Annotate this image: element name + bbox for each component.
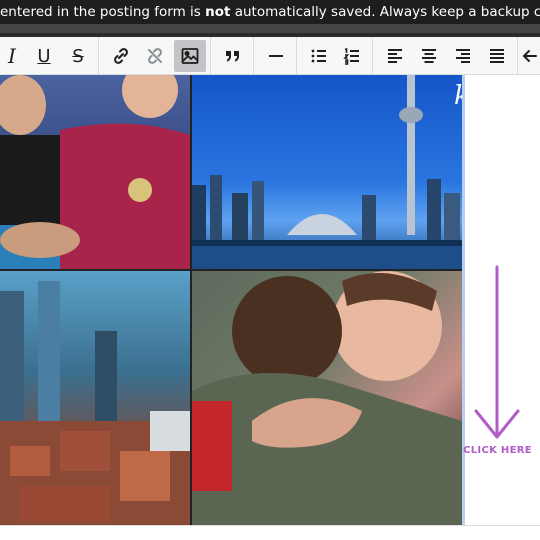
arrow-left-icon — [522, 50, 537, 62]
numbered-list-button[interactable] — [336, 40, 368, 72]
notice-text-prefix: entered in the posting form is — [0, 4, 206, 20]
align-right-icon — [456, 49, 470, 63]
selection-border — [462, 75, 465, 525]
editor-content-area[interactable]: known — [0, 75, 540, 540]
align-left-icon — [388, 49, 402, 63]
underline-icon: U — [37, 45, 51, 67]
collage-photo-hug — [192, 271, 462, 525]
remove-link-button[interactable] — [139, 40, 171, 72]
skyline-illustration — [192, 75, 462, 269]
city-illustration — [0, 281, 190, 525]
toolbar-separator — [210, 37, 211, 75]
insert-link-button[interactable] — [105, 40, 137, 72]
strikethrough-button[interactable]: S — [62, 40, 94, 72]
insert-image-button[interactable] — [174, 40, 206, 72]
numbered-list-icon — [343, 47, 359, 65]
collage-photo-skyline: known — [192, 75, 462, 269]
notice-text-suffix: automatically saved. Always keep a backu… — [230, 4, 540, 20]
content-divider — [0, 525, 540, 526]
editor-toolbar: I U S — [0, 37, 540, 75]
image-caption-known: known — [454, 81, 462, 111]
horizontal-rule-button[interactable] — [260, 40, 292, 72]
align-right-button[interactable] — [447, 40, 479, 72]
bullet-list-icon — [311, 49, 326, 63]
outdent-button[interactable] — [520, 40, 540, 72]
click-here-label: CLICK HERE — [463, 445, 532, 456]
notice-divider — [0, 24, 540, 33]
align-center-icon — [422, 49, 436, 63]
strikethrough-icon: S — [72, 45, 84, 67]
toolbar-separator — [517, 37, 518, 75]
posting-notice-bar: entered in the posting form is not autom… — [0, 0, 540, 24]
italic-icon: I — [8, 44, 16, 68]
toolbar-separator — [253, 37, 254, 75]
toolbar-separator — [372, 37, 373, 75]
arrow-down-icon — [474, 265, 520, 439]
link-icon — [114, 48, 128, 64]
hug-illustration — [192, 271, 462, 525]
horizontal-line-icon — [269, 55, 283, 57]
underline-button[interactable]: U — [28, 40, 60, 72]
collage-image[interactable]: known — [0, 75, 462, 525]
toolbar-separator — [296, 37, 297, 75]
blockquote-button[interactable] — [217, 40, 249, 72]
align-justify-button[interactable] — [481, 40, 513, 72]
collage-photo-city — [0, 271, 190, 525]
align-justify-icon — [490, 49, 504, 63]
align-left-button[interactable] — [379, 40, 411, 72]
collage-photo-friends — [0, 75, 190, 269]
bulleted-list-button[interactable] — [303, 40, 335, 72]
align-center-button[interactable] — [413, 40, 445, 72]
quote-icon — [226, 51, 239, 62]
unlink-icon — [148, 48, 162, 64]
toolbar-separator — [98, 37, 99, 75]
italic-button[interactable]: I — [0, 40, 28, 72]
notice-text-emphasis: not — [205, 4, 231, 20]
friends-photo-illustration — [0, 75, 190, 269]
image-icon — [181, 48, 199, 64]
